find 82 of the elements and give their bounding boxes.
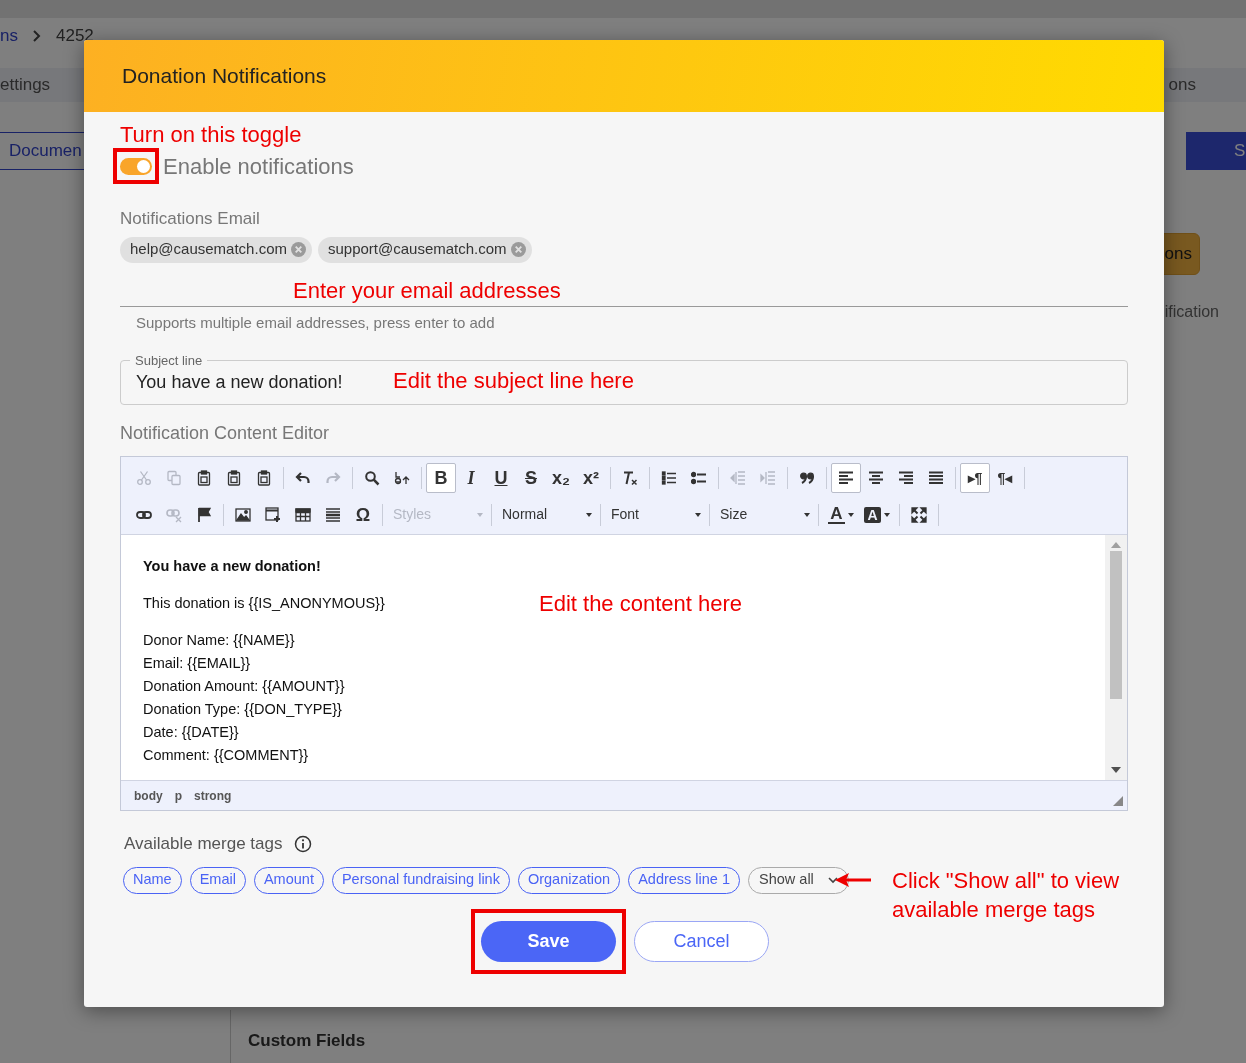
clipboard-icon [256, 469, 272, 486]
toolbar-button[interactable]: U [486, 462, 516, 493]
scrollbar[interactable] [1105, 535, 1127, 780]
toolbar-button[interactable]: B [426, 462, 456, 493]
toggle-label: Enable notifications [163, 152, 354, 181]
outdent-icon [730, 469, 746, 486]
email-chip: support@causematch.com [317, 236, 532, 263]
paragraph: You have a new donation! [143, 557, 321, 576]
toolbar-button[interactable]: ▸¶ [960, 462, 990, 493]
scroll-thumb[interactable] [1110, 551, 1122, 699]
table-icon [295, 506, 311, 523]
annotation-text: Turn on this toggle [120, 122, 303, 148]
bullet-list-icon [691, 469, 707, 486]
resize-grip-icon [1113, 796, 1123, 806]
clear-format-icon [622, 469, 638, 486]
toolbar-button[interactable]: S [516, 462, 546, 493]
undo-icon [295, 469, 311, 486]
field-label: Notifications Email [120, 208, 261, 230]
toolbar-button[interactable]: x² [576, 462, 606, 493]
chevron-icon [31, 30, 42, 42]
breadcrumb-item[interactable]: ns [0, 23, 18, 49]
field-label: Notification Content Editor [120, 422, 331, 445]
toolbar-button[interactable] [831, 462, 861, 493]
breadcrumb-item: 4252 [55, 25, 94, 48]
clipboard-icon [196, 469, 212, 486]
scroll-down-icon[interactable] [1111, 767, 1121, 773]
annotation-arrow [835, 873, 872, 887]
paragraph: Donor Name: {{NAME}} Email: {{EMAIL}} Donation Amount: {{AMOUNT}} Donation Type: {{DON_TYPE}} Date: {{DATE}} Comment: {{COMMENT}} [143, 631, 345, 765]
save-button[interactable]: Save [481, 920, 616, 962]
toolbar-button[interactable]: I [456, 462, 486, 493]
modal-title: Donation Notifications [122, 63, 327, 90]
annotation-text: Edit the content here [539, 591, 743, 617]
caret-icon [477, 512, 483, 517]
paragraph: This donation is {{IS_ANONYMOUS}} [143, 594, 385, 613]
flag-icon [196, 506, 212, 523]
image-icon [235, 506, 251, 523]
numbered-list-icon [661, 469, 677, 486]
caret-icon [847, 512, 854, 517]
toolbar-button[interactable]: x₂ [546, 462, 576, 493]
annotation-text: Enter your email addresses [293, 277, 561, 304]
indent-icon [760, 469, 776, 486]
scissors-icon [136, 469, 152, 486]
horizontal-rule-icon [325, 506, 341, 523]
path-item[interactable]: strong [194, 786, 232, 805]
save-button[interactable]: S [1186, 132, 1246, 170]
align-center-icon [868, 469, 884, 486]
path-item[interactable]: body [134, 786, 163, 805]
description-text: ification [1164, 302, 1219, 322]
info-icon [294, 834, 313, 853]
search-icon [364, 469, 380, 486]
clipboard-icon [226, 469, 242, 486]
email-input-field[interactable] [120, 303, 1128, 307]
text-color-button[interactable]: A [823, 499, 859, 530]
helper-text: Supports multiple email addresses, press enter to add [135, 312, 496, 333]
unlink-icon [166, 506, 182, 523]
caret-icon [586, 512, 592, 517]
maximize-icon [911, 506, 927, 523]
toggle-switch[interactable] [120, 157, 152, 175]
cancel-button[interactable]: Cancel [634, 920, 769, 962]
background-color-button[interactable]: A [859, 499, 895, 530]
annotation-text: Edit the subject line here [393, 368, 634, 394]
section-heading: Custom Fields [248, 1031, 366, 1050]
dropdown[interactable]: Size [714, 500, 814, 529]
add-frame-icon [265, 506, 281, 523]
toolbar-button[interactable]: Ω [348, 499, 378, 530]
caret-icon [804, 512, 810, 517]
dropdown[interactable]: Font [605, 500, 705, 529]
dropdown[interactable]: Normal [496, 500, 596, 529]
caret-icon [883, 512, 890, 517]
chevron-down-icon [828, 876, 839, 884]
email-chip: help@causematch.com [120, 236, 312, 263]
caret-icon [695, 512, 701, 517]
copy-icon [166, 469, 182, 486]
justify-icon [928, 469, 944, 486]
align-right-icon [898, 469, 914, 486]
replace-icon [394, 469, 410, 486]
path-item[interactable]: p [174, 786, 182, 805]
annotation-text: Click "Show all" to view available merge tags [892, 866, 1121, 924]
align-left-icon [838, 469, 854, 486]
redo-icon [325, 469, 341, 486]
toolbar-button[interactable]: ¶◂ [990, 462, 1020, 493]
section-label: Available merge tags [124, 833, 283, 855]
